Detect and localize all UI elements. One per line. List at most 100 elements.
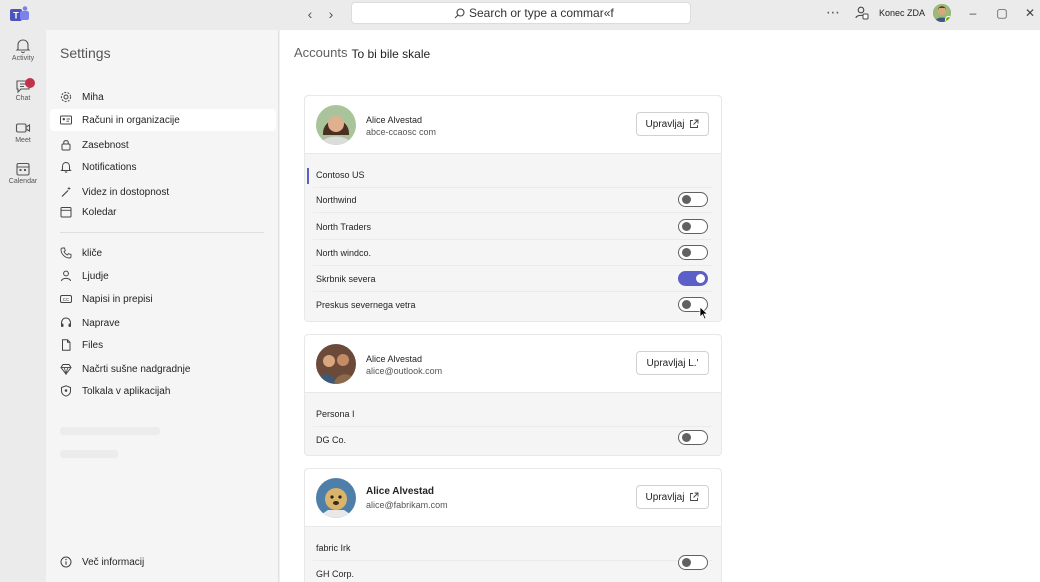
teams-logo-icon[interactable]: T [10, 6, 30, 24]
row-divider [313, 212, 713, 213]
toggle-knob [682, 433, 691, 442]
minimize-icon[interactable]: – [966, 6, 980, 20]
more-options-icon[interactable]: ⋯ [826, 4, 841, 21]
menu-item-upgrade-plans[interactable]: Načrti sušne nadgradnje [50, 358, 276, 380]
menu-item-appearance[interactable]: Videz in dostopnost [50, 181, 276, 203]
menu-item-captions[interactable]: CC Napisi in prepisi [50, 288, 276, 310]
close-icon[interactable]: ✕ [1023, 6, 1037, 20]
menu-item-privacy[interactable]: Zasebnost [50, 134, 276, 156]
calendar-icon [60, 207, 72, 218]
profile-avatar[interactable] [933, 4, 951, 22]
menu-item-calls[interactable]: kliče [50, 242, 276, 264]
org-row[interactable]: DG Co. [305, 427, 721, 453]
mouse-cursor-icon [699, 306, 709, 320]
org-row-selected[interactable]: Contoso US [305, 162, 721, 188]
menu-item-label: Notifications [82, 161, 137, 173]
manage-account-button[interactable]: Upravljaj L.' [636, 351, 709, 375]
info-icon [60, 556, 72, 568]
menu-item-label: Napisi in prepisi [82, 293, 153, 305]
org-switch-icon[interactable] [855, 6, 869, 20]
settings-title: Settings [60, 45, 111, 61]
org-label: DG Co. [316, 435, 347, 445]
phone-icon [60, 247, 72, 259]
forward-arrow-icon[interactable]: › [323, 6, 339, 22]
search-icon [454, 7, 465, 18]
settings-panel: Settings Miha Računi in organizacije Zas… [46, 30, 279, 582]
org-row[interactable]: GH Corp. [305, 555, 721, 582]
menu-item-label: Tolkala v aplikacijah [82, 385, 171, 397]
menu-item-accounts[interactable]: Računi in organizacije [50, 109, 276, 131]
manage-account-button[interactable]: Upravljaj [636, 112, 709, 136]
org-row[interactable]: Skrbnik severa [305, 266, 721, 292]
menu-item-label: Naprave [82, 317, 120, 329]
id-card-icon [60, 115, 72, 125]
org-toggle[interactable] [678, 192, 708, 207]
org-toggle[interactable] [678, 555, 708, 570]
menu-item-label: kliče [82, 247, 103, 259]
title-bar: T ‹ › Search or type a commar«f ⋯ Konec … [0, 0, 1040, 30]
account-header: Alice Alvestad alice@outlook.com Upravlj… [305, 335, 721, 393]
svg-text:CC: CC [63, 297, 70, 302]
org-label: Preskus severnega vetra [316, 300, 416, 310]
breadcrumb-root[interactable]: Accounts [294, 45, 347, 61]
menu-item-app-permissions[interactable]: Tolkala v aplikacijah [50, 380, 276, 402]
org-row[interactable]: North windco. [305, 240, 721, 266]
org-toggle[interactable] [678, 430, 708, 445]
menu-item-label: Načrti sušne nadgradnje [82, 363, 191, 375]
bell-icon [15, 39, 31, 54]
org-label: Northwind [316, 195, 357, 205]
manage-account-button[interactable]: Upravljaj [636, 485, 709, 509]
menu-item-files[interactable]: Files [50, 334, 276, 356]
calendar-icon [16, 162, 30, 176]
search-placeholder: Search or type a commar«f [469, 6, 614, 20]
org-label: Persona I [316, 409, 355, 419]
menu-item-notifications[interactable]: Notifications [50, 156, 276, 178]
toggle-knob [682, 195, 691, 204]
account-card: Alice Alvestad abce-ccaosc com Upravljaj… [304, 95, 722, 322]
account-card: Alice Alvestad alice@fabrikam.com Upravl… [304, 468, 722, 582]
menu-item-label: Koledar [82, 206, 117, 218]
menu-divider [60, 232, 264, 233]
wand-icon [61, 186, 71, 197]
menu-item-label: Več informacij [82, 556, 145, 568]
org-row[interactable]: North Traders [305, 214, 721, 240]
org-toggle-on[interactable] [678, 271, 708, 286]
gear-icon [60, 91, 72, 103]
app-rail: Activity Chat Meet Calendar [0, 30, 46, 582]
rail-item-calendar[interactable]: Calendar [0, 161, 46, 201]
menu-item-about[interactable]: Več informacij [50, 551, 276, 573]
org-label: North Traders [316, 222, 372, 232]
menu-item-label: Files [82, 339, 104, 351]
org-row[interactable]: Preskus severnega vetra [305, 292, 721, 318]
person-icon [61, 270, 71, 282]
menu-item-devices[interactable]: Naprave [50, 312, 276, 334]
presence-available-icon [945, 16, 951, 22]
toggle-knob [682, 558, 691, 567]
rail-item-activity[interactable]: Activity [0, 38, 46, 78]
org-toggle[interactable] [678, 245, 708, 260]
org-toggle[interactable] [678, 219, 708, 234]
back-arrow-icon[interactable]: ‹ [302, 6, 318, 22]
menu-item-calendar[interactable]: Koledar [50, 201, 276, 223]
org-row[interactable]: Northwind [305, 187, 721, 213]
search-input[interactable]: Search or type a commar«f [351, 2, 691, 24]
account-header: Alice Alvestad alice@fabrikam.com Upravl… [305, 469, 721, 527]
account-avatar [316, 344, 356, 384]
manage-button-label: Upravljaj [645, 118, 685, 130]
org-row[interactable]: fabric Irk [305, 535, 721, 561]
org-name[interactable]: Konec ZDA [879, 8, 925, 18]
menu-item-general[interactable]: Miha [50, 86, 276, 108]
account-avatar [316, 478, 356, 518]
maximize-icon[interactable]: ▢ [995, 6, 1009, 20]
rail-item-meet[interactable]: Meet [0, 120, 46, 160]
org-label: fabric Irk [316, 543, 351, 553]
org-row[interactable]: Persona I [305, 401, 721, 427]
rail-label: Meet [15, 137, 31, 144]
diamond-icon [60, 364, 72, 375]
video-icon [15, 123, 31, 133]
menu-item-people[interactable]: Ljudje [50, 265, 276, 287]
rail-item-chat[interactable]: Chat [0, 78, 46, 118]
main-content: Accounts To bi bile skale Alice Alvestad… [280, 30, 1040, 582]
manage-button-label: Upravljaj [645, 491, 685, 503]
toggle-knob [696, 274, 705, 283]
